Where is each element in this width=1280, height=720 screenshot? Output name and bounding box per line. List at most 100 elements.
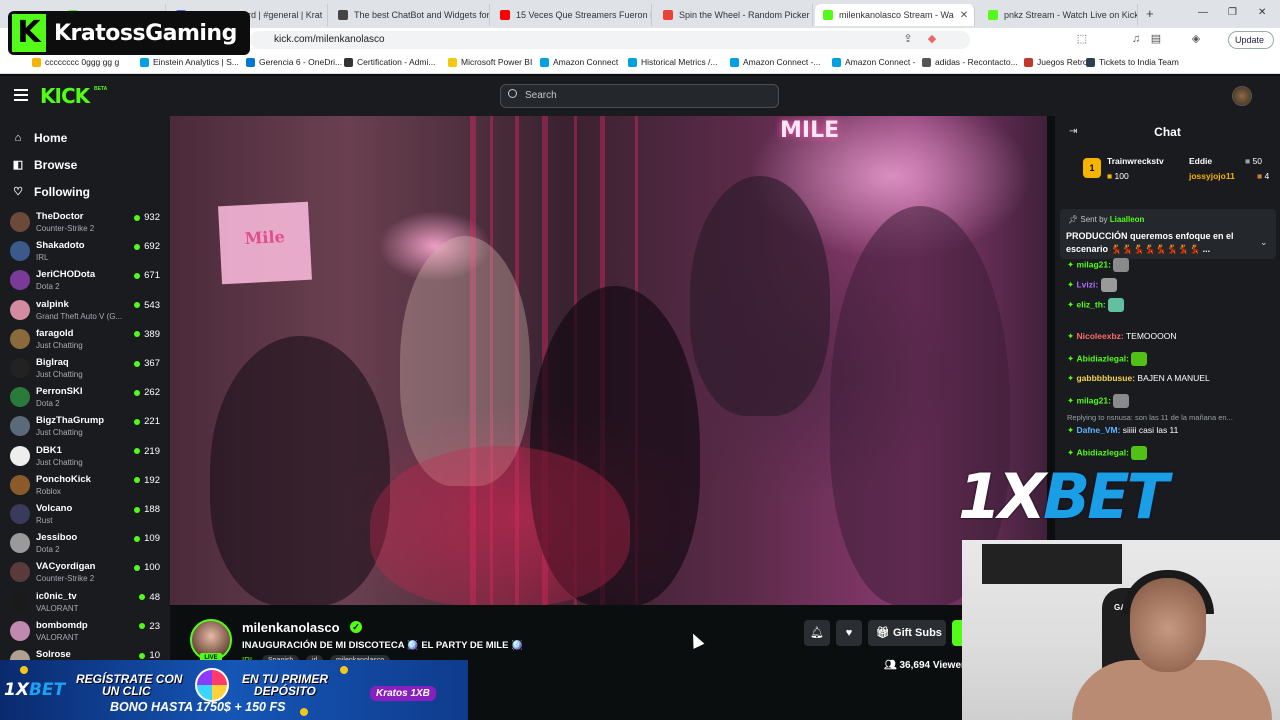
- followed-channel[interactable]: Biglraq Just Chatting 367: [10, 355, 160, 384]
- leaderboard-value: ■ 100: [1107, 171, 1129, 181]
- chat-username[interactable]: milag21:: [1076, 395, 1111, 405]
- channel-name: Volcano: [36, 503, 73, 514]
- chat-username[interactable]: milag21:: [1076, 259, 1111, 269]
- channel-name: TheDoctor: [36, 211, 84, 222]
- gift-subs-button[interactable]: 🎁︎ Gift Subs: [868, 620, 946, 646]
- bookmark-item[interactable]: Microsoft Power BI: [448, 57, 532, 67]
- close-tab-icon[interactable]: ✕: [960, 10, 968, 21]
- bookmark-label: adidas - Recontacto...: [935, 57, 1018, 67]
- followed-channel[interactable]: PerronSKI Dota 2 262: [10, 384, 160, 413]
- browser-tab[interactable]: 15 Veces Que Streamers Fueron BAN: [492, 4, 652, 26]
- chat-username[interactable]: Lvizi:: [1076, 279, 1098, 289]
- bookmark-item[interactable]: Amazon Connect -...: [730, 57, 820, 67]
- browser-tab[interactable]: Spin the Wheel - Random Picker: [655, 4, 813, 26]
- extensions-icon[interactable]: ⬚: [1076, 33, 1088, 45]
- follow-heart-icon[interactable]: ♥: [836, 620, 862, 646]
- new-tab-icon[interactable]: +: [1146, 6, 1154, 21]
- bookmark-item[interactable]: Amazon Connect: [540, 57, 618, 67]
- followed-channel[interactable]: BigzThaGrump Just Chatting 221: [10, 413, 160, 442]
- leaderboard-name[interactable]: jossyjojo11: [1189, 171, 1235, 181]
- live-dot-icon: [134, 331, 141, 338]
- video-player[interactable]: Mile MILE: [170, 116, 1047, 605]
- bookmark-item[interactable]: Einstein Analytics | S...: [140, 57, 239, 67]
- bookmark-label: cccccccc 0ggg gg g: [45, 57, 120, 67]
- close-window-icon[interactable]: ✕: [1258, 7, 1266, 18]
- leaderboard-crown-icon: 1: [1083, 158, 1101, 178]
- restore-icon[interactable]: ❐: [1228, 7, 1237, 18]
- chat-username[interactable]: Nicoleexbz:: [1076, 331, 1123, 341]
- channel-name: ic0nic_tv: [36, 590, 77, 602]
- url-field[interactable]: kick.com/milenkanolasco: [250, 31, 970, 49]
- bookmark-item[interactable]: cccccccc 0ggg gg g: [32, 57, 119, 67]
- bookmark-item[interactable]: Historical Metrics /...: [628, 57, 718, 67]
- channel-viewers: 192: [134, 475, 160, 486]
- menu-icon[interactable]: [14, 89, 28, 101]
- browser-tab[interactable]: The best ChatBot and Widgets for Ki: [330, 4, 490, 26]
- user-avatar[interactable]: [1232, 86, 1252, 106]
- channel-name: faragold: [36, 327, 74, 339]
- pinned-message: 📌︎ Sent by Liaalleon PRODUCCIÓN queremos…: [1060, 209, 1276, 259]
- bookmark-icon: [1024, 57, 1033, 67]
- followed-channel[interactable]: ic0nic_tv VALORANT 48: [10, 589, 160, 618]
- bookmark-icon: [730, 57, 739, 67]
- bookmark-item[interactable]: Gerencia 6 - OneDri...: [246, 57, 342, 67]
- followed-channel[interactable]: TheDoctor Counter-Strike 2 932: [10, 209, 160, 238]
- chat-username[interactable]: Dafne_VM:: [1076, 425, 1120, 435]
- followed-channel[interactable]: Volcano Rust 188: [10, 501, 160, 530]
- sidebar-item-browse[interactable]: ◧ Browse: [12, 158, 78, 172]
- leaderboard-name[interactable]: Trainwreckstv: [1107, 156, 1164, 166]
- followed-channel[interactable]: faragold Just Chatting 389: [10, 326, 160, 355]
- bookmark-icon: [140, 57, 149, 67]
- bookmark-item[interactable]: Tickets to India Team: [1086, 57, 1179, 67]
- chat-username[interactable]: gabbbbbusue:: [1076, 373, 1135, 383]
- channel-avatar: [10, 504, 30, 524]
- sidebar-item-home[interactable]: ⌂ Home: [12, 131, 68, 145]
- browser-tab[interactable]: pnkz Stream - Watch Live on Kick: [980, 4, 1138, 26]
- minimize-icon[interactable]: —: [1198, 7, 1208, 18]
- streamer-name[interactable]: milenkanolasco: [242, 620, 340, 635]
- tab-title: pnkz Stream - Watch Live on Kick: [1004, 10, 1138, 20]
- sidebar-item-following[interactable]: ♡ Following: [12, 185, 90, 199]
- bookmark-icon: [448, 57, 457, 67]
- expand-pinned-icon[interactable]: ⌄: [1260, 237, 1268, 248]
- chat-message: ✦ Lvizi:: [1067, 278, 1117, 292]
- webcam-overlay: GAMBYTE: [962, 540, 1280, 720]
- followed-channel[interactable]: valpink Grand Theft Auto V (G... 543: [10, 297, 160, 326]
- channel-category: Roblox: [36, 486, 61, 496]
- followed-channel[interactable]: Shakadoto IRL 692: [10, 238, 160, 267]
- share-icon[interactable]: ⇪: [902, 33, 914, 45]
- followed-channel[interactable]: JeriCHODota Dota 2 671: [10, 267, 160, 296]
- chat-username[interactable]: eliz_th:: [1076, 299, 1105, 309]
- followed-channel[interactable]: PonchoKick Roblox 192: [10, 472, 160, 501]
- notification-bell-icon[interactable]: 🔔︎: [804, 620, 830, 646]
- brave-shield-icon[interactable]: ◆: [926, 33, 938, 45]
- sidebar-icon[interactable]: ▤: [1150, 33, 1162, 45]
- followed-channel[interactable]: Jessiboo Dota 2 109: [10, 530, 160, 559]
- followed-channel[interactable]: VACyordigan Counter-Strike 2 100: [10, 559, 160, 588]
- followed-channel[interactable]: bombomdp VALORANT 23: [10, 618, 160, 647]
- leaderboard-name[interactable]: Eddie: [1189, 156, 1212, 166]
- wallet-icon[interactable]: ◈: [1190, 33, 1202, 45]
- update-button[interactable]: Update: [1228, 31, 1274, 49]
- media-icon[interactable]: ♫: [1130, 33, 1142, 45]
- kick-logo[interactable]: KICK: [40, 84, 90, 108]
- channel-category: IRL: [36, 253, 49, 263]
- browser-tab[interactable]: milenkanolasco Stream - Wa ✕: [815, 4, 975, 26]
- channel-avatar: [10, 299, 30, 320]
- bookmark-item[interactable]: Amazon Connect -: [832, 57, 915, 67]
- search-input[interactable]: Search: [500, 84, 779, 108]
- chat-username[interactable]: Abidiazlegal:: [1076, 447, 1128, 457]
- channel-category: Just Chatting: [36, 428, 83, 438]
- bookmark-item[interactable]: adidas - Recontacto...: [922, 57, 1018, 67]
- channel-category: VALORANT: [36, 632, 79, 642]
- bookmark-icon: [832, 57, 841, 67]
- chat-username[interactable]: Abidiazlegal:: [1076, 353, 1128, 363]
- bookmark-item[interactable]: Certification - Admi...: [344, 57, 435, 67]
- channel-avatar: [10, 445, 30, 466]
- channel-name: valpink: [36, 298, 69, 310]
- tab-favicon-icon: [500, 10, 510, 20]
- brand-name: KratossGaming: [54, 20, 237, 46]
- followed-channel[interactable]: DBK1 Just Chatting 219: [10, 443, 160, 472]
- leaderboard-value: ■ 4: [1257, 171, 1270, 181]
- bookmark-item[interactable]: Juegos Retro: [1024, 57, 1088, 67]
